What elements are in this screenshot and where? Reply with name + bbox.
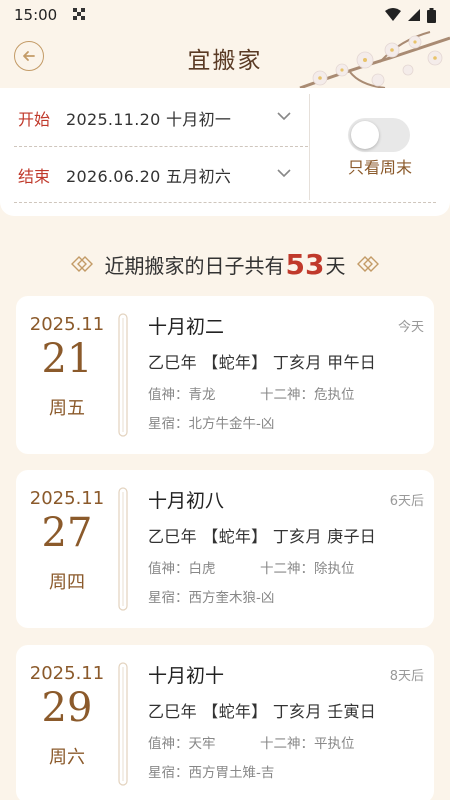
- divider: [14, 202, 436, 203]
- notification-icon: [73, 7, 86, 23]
- year-month: 2025.11: [29, 663, 105, 684]
- diamond-ornament-icon: [357, 256, 380, 272]
- date-column: 2025.11 27 周四: [16, 470, 118, 628]
- relative-day: 8天后: [389, 669, 424, 684]
- date-column: 2025.11 29 周六: [16, 645, 118, 800]
- signal-icon: [408, 9, 420, 21]
- ganzhi-date: 乙巳年 【蛇年】 丁亥月 甲午日: [148, 353, 377, 372]
- vertical-divider: [309, 94, 310, 200]
- back-arrow-icon: [23, 51, 35, 61]
- summary-heading: 近期搬家的日子共有 53 天: [0, 242, 450, 286]
- wifi-icon: [385, 8, 401, 21]
- end-date-value: 2026.06.20 五月初六: [66, 167, 232, 186]
- back-button[interactable]: [14, 41, 44, 71]
- xingxiu: 星宿：西方胃土雉-吉: [148, 765, 275, 781]
- lunar-date: 十月初十: [148, 665, 225, 687]
- year-month: 2025.11: [29, 314, 105, 335]
- end-label: 结束: [18, 167, 51, 186]
- start-label: 开始: [18, 110, 51, 129]
- day-card[interactable]: 2025.11 27 周四 6天后 十月初八 乙巳年 【蛇年】 丁亥月 庚子日 …: [16, 470, 434, 628]
- xingxiu: 星宿：西方奎木狼-凶: [148, 590, 275, 606]
- start-date-selector[interactable]: 开始 2025.11.20 十月初一: [0, 90, 310, 146]
- day-card[interactable]: 2025.11 29 周六 8天后 十月初十 乙巳年 【蛇年】 丁亥月 壬寅日 …: [16, 645, 434, 800]
- card-divider-ornament: [118, 313, 128, 437]
- weekday: 周五: [49, 398, 85, 419]
- day-number: 29: [41, 685, 93, 731]
- shier-shen: 十二神：平执位: [260, 736, 355, 752]
- deity-info: 值神：天牢 十二神：平执位: [148, 732, 424, 752]
- date-filter-card: 开始 2025.11.20 十月初一 结束 2026.06.20 五月初六: [0, 88, 450, 216]
- weekend-only-label: 只看周末: [347, 158, 412, 177]
- card-divider-ornament: [118, 662, 128, 786]
- weekend-only-toggle[interactable]: [348, 118, 410, 152]
- chevron-down-icon: [277, 169, 291, 178]
- lunar-date: 十月初二: [148, 316, 225, 338]
- day-number: 21: [41, 336, 93, 382]
- ganzhi-date: 乙巳年 【蛇年】 丁亥月 壬寅日: [148, 702, 377, 721]
- day-info: 8天后 十月初十 乙巳年 【蛇年】 丁亥月 壬寅日 值神：天牢 十二神：平执位 星…: [148, 661, 424, 781]
- status-bar: 15:00: [0, 0, 450, 30]
- day-number: 27: [41, 510, 93, 556]
- summary-suffix: 天: [325, 253, 346, 278]
- deity-info: 值神：白虎 十二神：除执位: [148, 557, 424, 577]
- relative-day: 今天: [397, 320, 424, 335]
- shier-shen: 十二神：除执位: [260, 561, 355, 577]
- toggle-knob: [351, 121, 379, 149]
- status-time: 15:00: [14, 6, 58, 24]
- xingxiu: 星宿：北方牛金牛-凶: [148, 416, 275, 432]
- page-title: 宜搬家: [187, 48, 263, 74]
- zhishen: 值神：白虎: [148, 561, 216, 577]
- battery-icon: [427, 7, 436, 23]
- summary-count: 53: [285, 247, 325, 281]
- date-column: 2025.11 21 周五: [16, 296, 118, 454]
- lunar-date: 十月初八: [148, 490, 225, 512]
- weekday: 周四: [49, 572, 85, 593]
- day-card[interactable]: 2025.11 21 周五 今天 十月初二 乙巳年 【蛇年】 丁亥月 甲午日 值…: [16, 296, 434, 454]
- deity-info: 值神：青龙 十二神：危执位: [148, 383, 424, 403]
- diamond-ornament-icon: [70, 256, 93, 272]
- day-info: 今天 十月初二 乙巳年 【蛇年】 丁亥月 甲午日 值神：青龙 十二神：危执位 星宿…: [148, 312, 424, 432]
- summary-prefix: 近期搬家的日子共有: [104, 253, 285, 278]
- chevron-down-icon: [277, 112, 291, 121]
- ganzhi-date: 乙巳年 【蛇年】 丁亥月 庚子日: [148, 527, 377, 546]
- card-divider-ornament: [118, 487, 128, 611]
- zhishen: 值神：青龙: [148, 387, 216, 403]
- start-date-value: 2025.11.20 十月初一: [66, 110, 232, 129]
- year-month: 2025.11: [29, 488, 105, 509]
- end-date-selector[interactable]: 结束 2026.06.20 五月初六: [0, 147, 310, 203]
- weekday: 周六: [49, 747, 85, 768]
- day-info: 6天后 十月初八 乙巳年 【蛇年】 丁亥月 庚子日 值神：白虎 十二神：除执位 星…: [148, 486, 424, 606]
- relative-day: 6天后: [389, 494, 424, 509]
- blossom-decoration: [299, 31, 450, 90]
- shier-shen: 十二神：危执位: [260, 387, 355, 403]
- zhishen: 值神：天牢: [148, 736, 216, 752]
